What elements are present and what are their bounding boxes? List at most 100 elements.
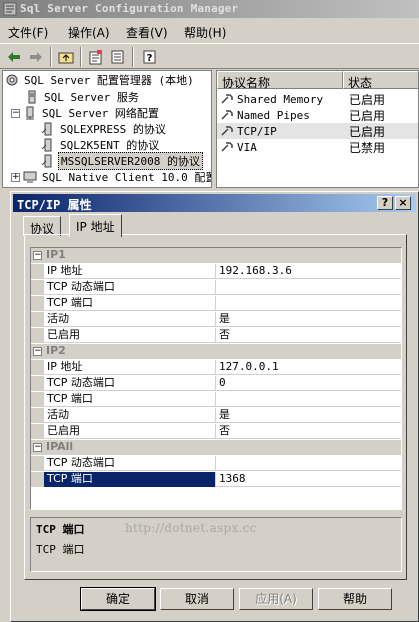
export-list-icon[interactable] <box>108 47 128 67</box>
list-item[interactable]: TCP/IP 已启用 <box>217 123 418 139</box>
expand-icon[interactable]: + <box>11 172 20 182</box>
category-ipall[interactable]: − IPAll <box>31 439 401 455</box>
collapse-icon[interactable]: − <box>33 250 42 260</box>
property-value[interactable]: 否 <box>216 424 230 439</box>
help-icon[interactable]: ? <box>140 47 160 67</box>
config-manager-icon <box>6 74 18 86</box>
column-header-state[interactable]: 状态 <box>343 71 418 90</box>
tcp-port-input[interactable]: 1368 <box>216 472 246 487</box>
category-ip2[interactable]: − IP2 <box>31 343 401 359</box>
property-row-selected[interactable]: TCP 端口 1368 <box>31 471 401 487</box>
description-text: TCP 端口 <box>36 543 85 556</box>
menu-file[interactable]: 文件(F) <box>8 24 48 41</box>
property-value[interactable]: 192.168.3.6 <box>216 264 292 279</box>
property-name: TCP 动态端口 <box>44 455 216 471</box>
list-item[interactable]: Shared Memory 已启用 <box>217 91 418 107</box>
tree-item-network-config[interactable]: − SQL Server 网络配置 <box>11 105 161 121</box>
property-row[interactable]: IP 地址 127.0.0.1 <box>31 359 401 375</box>
tree-item-sqlexpress[interactable]: SQLEXPRESS 的协议 <box>41 121 168 137</box>
property-row[interactable]: 已启用否 <box>31 423 401 439</box>
menu-action[interactable]: 操作(A) <box>68 24 110 41</box>
property-name: TCP 端口 <box>44 391 216 407</box>
property-value[interactable] <box>216 392 219 407</box>
property-value[interactable] <box>216 280 219 295</box>
protocol-name: TCP/IP <box>237 124 277 138</box>
protocol-state: 已启用 <box>349 124 386 139</box>
protocol-icon <box>221 94 233 104</box>
tab-ip-address[interactable]: IP 地址 <box>69 214 122 237</box>
help-dialog-button[interactable]: 帮助 <box>318 588 392 610</box>
list-item[interactable]: Named Pipes 已启用 <box>217 107 418 123</box>
property-row[interactable]: TCP 动态端口 <box>31 279 401 295</box>
property-grid: − IP1 IP 地址 192.168.3.6 TCP 动态端口 TCP 端口 活… <box>30 247 402 510</box>
close-button[interactable]: × <box>395 196 411 210</box>
property-value[interactable]: 否 <box>216 328 230 343</box>
collapse-icon[interactable]: − <box>33 346 42 356</box>
property-name: 活动 <box>44 311 216 327</box>
tab-protocol[interactable]: 协议 <box>23 216 62 236</box>
menu-help[interactable]: 帮助(H) <box>184 24 226 41</box>
category-ip1[interactable]: − IP1 <box>31 248 401 263</box>
property-value[interactable]: 0 <box>216 376 226 391</box>
column-header-protocol[interactable]: 协议名称 <box>217 71 343 90</box>
forward-arrow-icon[interactable] <box>26 47 46 67</box>
apply-button[interactable]: 应用(A) <box>239 588 313 610</box>
toolbar-separator <box>80 47 82 67</box>
list-item[interactable]: VIA 已禁用 <box>217 139 418 155</box>
protocol-icon <box>41 122 52 136</box>
collapse-icon[interactable]: − <box>33 442 42 452</box>
ok-button[interactable]: 确定 <box>80 587 156 611</box>
category-label: IP2 <box>46 343 66 357</box>
tree-item-native-client[interactable]: + SQL Native Client 10.0 配置 <box>11 169 211 185</box>
dialog-title: TCP/IP 属性 <box>17 198 92 212</box>
back-arrow-icon[interactable] <box>4 47 24 67</box>
up-folder-icon[interactable] <box>56 47 76 67</box>
protocol-icon <box>41 138 52 152</box>
category-label: IPAll <box>46 439 74 453</box>
tree-item-label: SQL Server 网络配置 <box>42 107 159 120</box>
property-value[interactable] <box>216 296 219 311</box>
property-row[interactable]: 活动是 <box>31 407 401 423</box>
window-title: Sql Server Configuration Manager <box>20 2 239 15</box>
protocol-icon <box>221 142 233 152</box>
tree-item-mssqlserver2008[interactable]: MSSQLSERVER2008 的协议 <box>41 152 203 170</box>
collapse-icon[interactable]: − <box>11 108 20 118</box>
protocol-icon <box>221 110 233 120</box>
property-row[interactable]: TCP 端口 <box>31 295 401 311</box>
menu-view[interactable]: 查看(V) <box>126 24 168 41</box>
property-row[interactable]: IP 地址 192.168.3.6 <box>31 263 401 279</box>
property-name: 活动 <box>44 407 216 423</box>
property-row[interactable]: TCP 动态端口 <box>31 455 401 471</box>
category-label: IP1 <box>46 247 66 261</box>
property-value[interactable]: 是 <box>216 408 230 423</box>
dialog-title-bar: TCP/IP 属性 ? × <box>13 194 416 212</box>
cancel-button[interactable]: 取消 <box>160 588 234 610</box>
property-value[interactable] <box>216 456 219 471</box>
property-name: IP 地址 <box>44 263 216 279</box>
list-header: 协议名称 状态 <box>217 71 418 90</box>
protocol-state: 已启用 <box>349 108 386 123</box>
tree-item-sql-server-services[interactable]: SQL Server 服务 <box>25 89 141 105</box>
property-row[interactable]: TCP 动态端口 0 <box>31 375 401 391</box>
property-name: TCP 端口 <box>44 471 216 487</box>
protocol-name: VIA <box>237 140 257 154</box>
tree-item-sql2k5ent[interactable]: SQL2K5ENT 的协议 <box>41 137 161 153</box>
property-row[interactable]: 活动是 <box>31 311 401 327</box>
property-row[interactable]: TCP 端口 <box>31 391 401 407</box>
tree-item-label: SQL2K5ENT 的协议 <box>60 139 160 152</box>
properties-icon[interactable] <box>86 47 106 67</box>
protocol-name: Named Pipes <box>237 108 310 122</box>
property-row[interactable]: 已启用否 <box>31 327 401 343</box>
protocol-state: 已禁用 <box>349 140 386 155</box>
property-value[interactable]: 127.0.0.1 <box>216 360 279 375</box>
property-name: TCP 端口 <box>44 295 216 311</box>
tree-root[interactable]: SQL Server 配置管理器 (本地) <box>5 72 196 88</box>
watermark: http://dotnet.aspx.cc <box>125 521 257 535</box>
property-name: TCP 动态端口 <box>44 279 216 295</box>
property-value[interactable]: 是 <box>216 312 230 327</box>
help-button[interactable]: ? <box>377 196 393 210</box>
toolbar: ? <box>0 43 419 69</box>
property-name: IP 地址 <box>44 359 216 375</box>
toolbar-separator <box>50 47 52 67</box>
protocol-name: Shared Memory <box>237 92 324 106</box>
